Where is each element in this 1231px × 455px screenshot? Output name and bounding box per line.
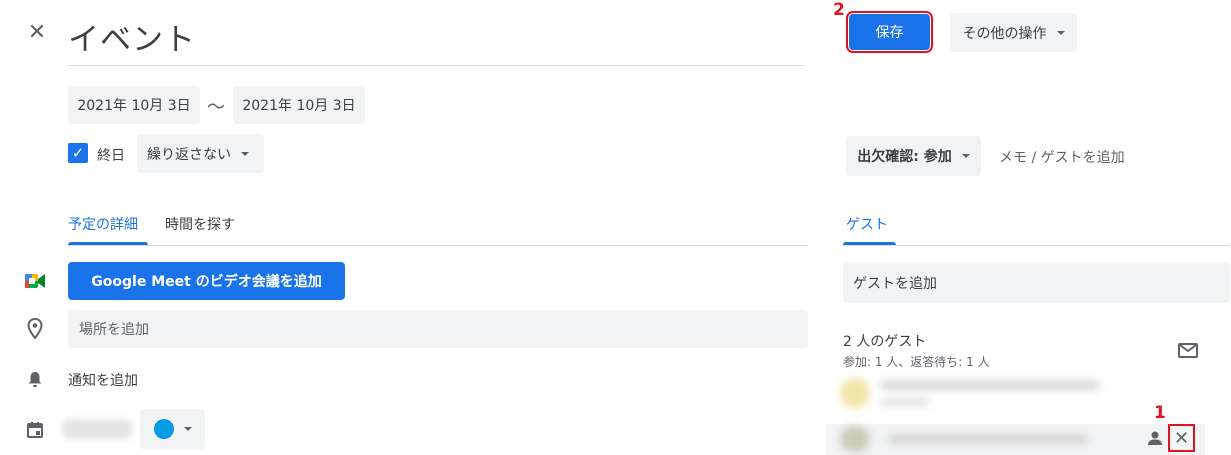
google-meet-icon	[24, 270, 46, 292]
tabs-divider	[68, 245, 808, 246]
calendar-icon	[24, 419, 46, 441]
chevron-down-icon	[1056, 30, 1065, 35]
add-guest-input[interactable]: ゲストを追加	[843, 263, 1230, 303]
location-input[interactable]: 場所を追加	[68, 310, 808, 348]
remove-icon: ✕	[1173, 427, 1190, 449]
repeat-label: 繰り返さない	[147, 146, 231, 163]
add-google-meet-button[interactable]: Google Meet のビデオ会議を追加	[68, 262, 345, 300]
allday-label: 終日	[97, 148, 125, 164]
event-color-swatch	[153, 419, 174, 439]
chevron-down-icon	[241, 151, 249, 156]
guest-email	[888, 434, 1088, 444]
rsvp-label: 出欠確認: 参加	[857, 149, 952, 165]
page-title: イベント	[68, 22, 196, 58]
annotation-badge-save: 2	[833, 0, 845, 20]
allday-checkbox[interactable]: ✓	[68, 143, 88, 163]
add-notification-link[interactable]: 通知を追加	[68, 370, 138, 390]
mail-icon[interactable]	[1177, 339, 1199, 361]
avatar	[840, 426, 870, 452]
calendar-owner-name	[62, 419, 132, 439]
chevron-down-icon	[183, 427, 192, 431]
tab-guests[interactable]: ゲスト	[846, 214, 888, 234]
start-date-field[interactable]: 2021年 10月 3日	[68, 86, 200, 124]
close-icon[interactable]: ✕	[26, 22, 48, 44]
add-memo-link[interactable]: メモ / ゲストを追加	[999, 147, 1125, 167]
remove-guest-button[interactable]: ✕	[1168, 424, 1195, 452]
guest-count: 2 人のゲスト	[843, 334, 927, 350]
guest-summary: 参加: 1 人、返答待ち: 1 人	[843, 355, 990, 369]
more-actions-label: その他の操作	[962, 25, 1047, 42]
repeat-dropdown[interactable]: 繰り返さない	[137, 134, 264, 173]
location-pin-icon	[24, 318, 46, 340]
avatar	[840, 378, 870, 408]
person-icon[interactable]	[1146, 429, 1164, 447]
chevron-down-icon	[961, 154, 970, 158]
guests-divider	[843, 245, 1230, 246]
title-underline	[68, 65, 804, 66]
tab-find-time[interactable]: 時間を探す	[165, 214, 235, 234]
guest-role	[880, 398, 930, 406]
bell-icon	[24, 368, 46, 390]
guest-email	[880, 380, 1100, 390]
event-color-dropdown[interactable]	[140, 409, 205, 449]
save-button[interactable]: 保存	[846, 11, 933, 53]
end-date-field[interactable]: 2021年 10月 3日	[233, 86, 365, 124]
more-actions-dropdown[interactable]: その他の操作	[950, 13, 1077, 52]
annotation-badge-remove: 1	[1154, 403, 1166, 423]
date-separator: 〜	[207, 97, 225, 118]
tab-event-details[interactable]: 予定の詳細	[68, 214, 138, 234]
rsvp-dropdown[interactable]: 出欠確認: 参加	[846, 136, 981, 176]
